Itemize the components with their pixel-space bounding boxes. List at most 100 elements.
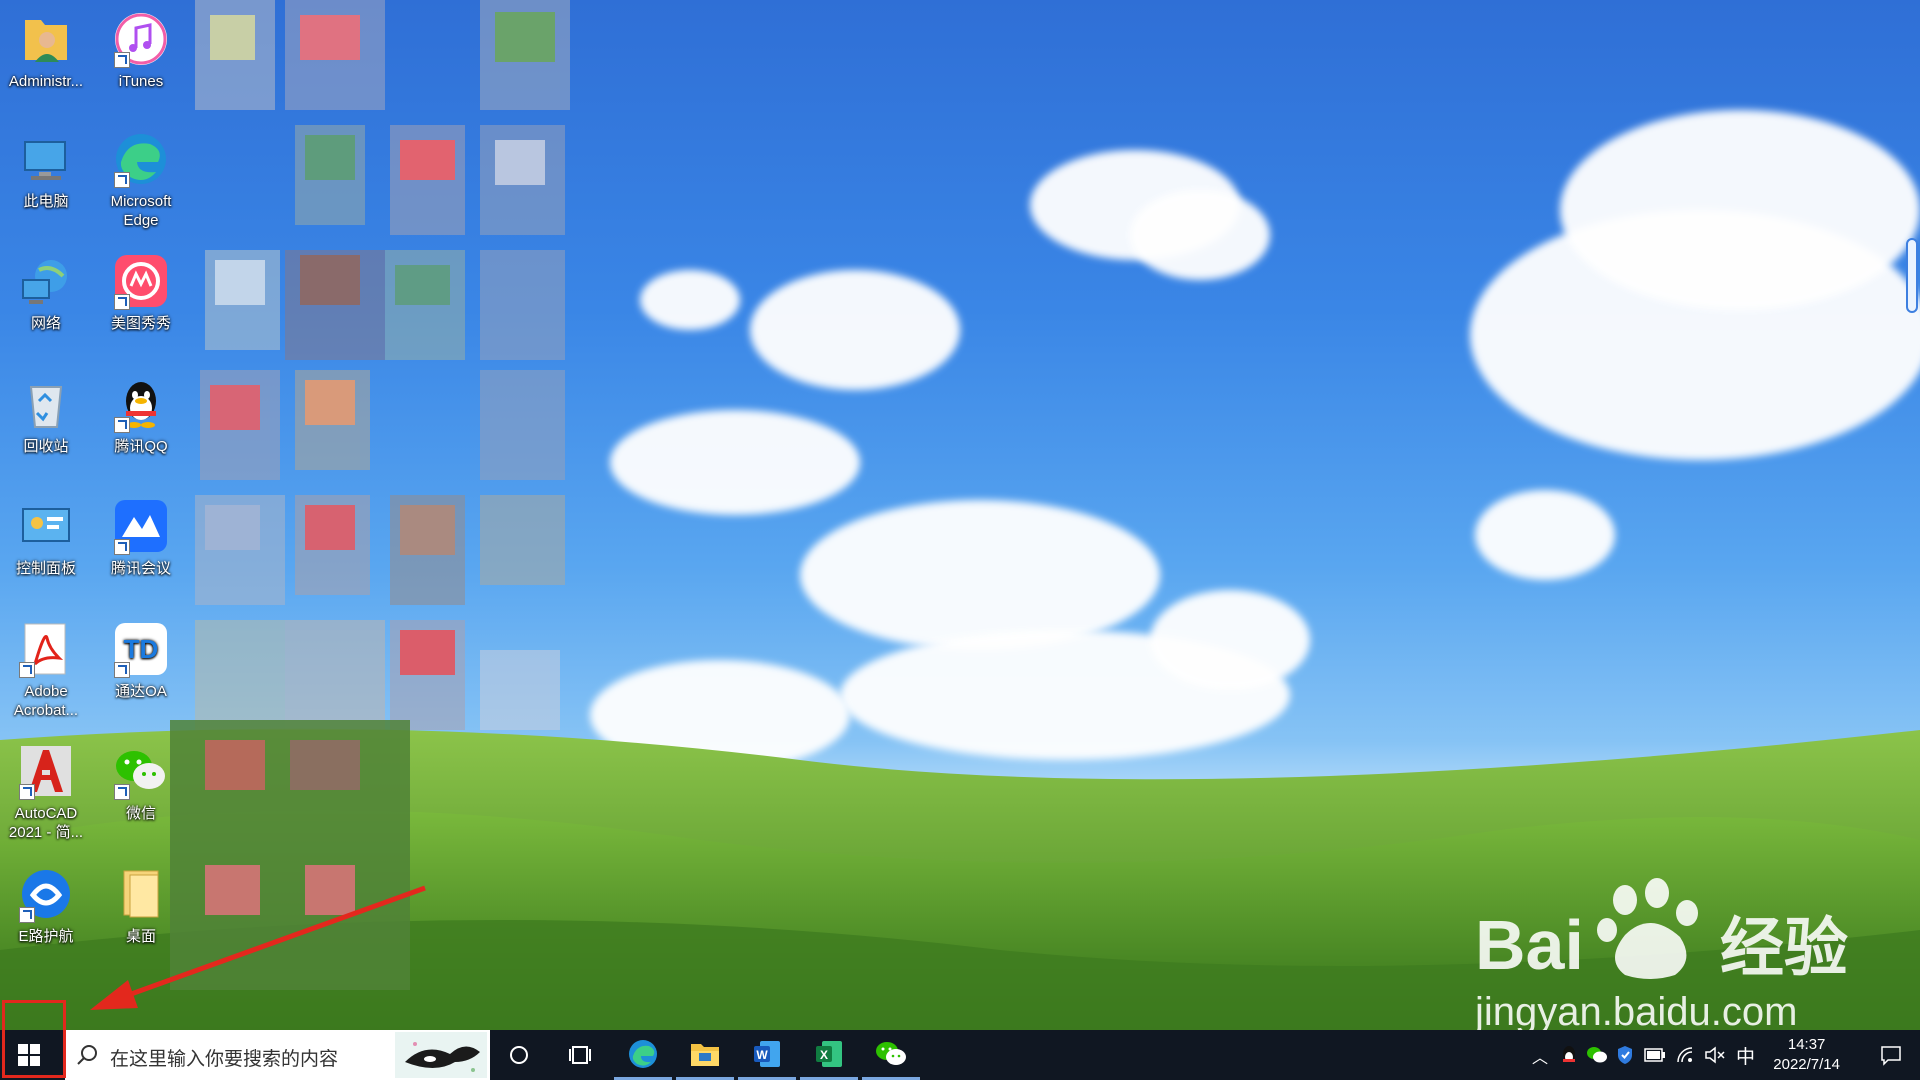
svg-text:X: X <box>820 1048 828 1062</box>
taskbar-file-explorer[interactable] <box>676 1030 734 1080</box>
desktop-icon-label: Adobe Acrobat... <box>13 683 79 719</box>
elu-huhang-icon <box>17 865 75 923</box>
user-folder-icon <box>17 10 75 68</box>
tencent-meeting-icon <box>112 497 170 555</box>
desktop-icon-network[interactable]: 网络 <box>0 252 92 333</box>
annotation-arrow-icon <box>90 885 426 1010</box>
clock-date: 2022/7/14 <box>1773 1056 1840 1073</box>
desktop-icon-autocad[interactable]: AutoCAD 2021 - 简... <box>0 742 92 842</box>
security-shield-icon[interactable] <box>1616 1045 1634 1065</box>
desktop-icon-elu-huhang[interactable]: E路护航 <box>0 865 92 946</box>
desktop-icon-label: 腾讯QQ <box>114 438 168 455</box>
desktop-icon-acrobat[interactable]: Adobe Acrobat... <box>0 620 92 720</box>
search-icon <box>77 1045 97 1065</box>
shortcut-arrow-icon <box>19 662 35 678</box>
desktop-icon-label: Administr... <box>8 73 84 90</box>
shortcut-arrow-icon <box>114 662 130 678</box>
edge-icon <box>112 130 170 188</box>
show-hidden-icons-chevron-icon[interactable]: ︿ <box>1532 1044 1548 1068</box>
paw-icon <box>1597 878 1698 979</box>
shortcut-arrow-icon <box>114 172 130 188</box>
cloud <box>1130 190 1270 280</box>
shortcut-arrow-icon <box>114 539 130 555</box>
battery-icon[interactable] <box>1644 1048 1666 1062</box>
qq-tray-icon[interactable] <box>1560 1045 1578 1065</box>
desktop-icon-edge[interactable]: Microsoft Edge <box>95 130 187 230</box>
cloud <box>610 410 860 515</box>
control-panel-icon <box>17 497 75 555</box>
shortcut-arrow-icon <box>114 417 130 433</box>
recycle-bin-icon <box>17 375 75 433</box>
desktop-icon-this-pc[interactable]: 此电脑 <box>0 130 92 211</box>
desktop-icon-label: 回收站 <box>23 438 69 455</box>
desktop-icon-qq-penguin[interactable]: 腾讯QQ <box>95 375 187 456</box>
shortcut-arrow-icon <box>19 907 35 923</box>
acrobat-icon <box>17 620 75 678</box>
cloud <box>1475 490 1615 580</box>
taskbar-wechat[interactable] <box>862 1030 920 1080</box>
action-center-button[interactable] <box>1862 1030 1920 1080</box>
word-icon: W <box>754 1040 780 1067</box>
clock[interactable]: 14:37 2022/7/14 <box>1773 1035 1840 1075</box>
volume-muted-icon[interactable] <box>1704 1046 1726 1064</box>
desktop-icon-label: 网络 <box>30 315 61 332</box>
cortana-icon <box>510 1046 528 1064</box>
notification-icon <box>1881 1046 1901 1066</box>
desktop-icon-recycle-bin[interactable]: 回收站 <box>0 375 92 456</box>
cloud <box>1150 590 1310 690</box>
taskbar: 在这里输入你要搜索的内容 W X ︿ 中 14:37 2022/7/14 <box>0 1030 1920 1080</box>
desktop-icon-label: Microsoft Edge <box>110 193 172 229</box>
taskbar-edge[interactable] <box>614 1030 672 1080</box>
itunes-icon <box>112 10 170 68</box>
desktop-icon-tongda-oa[interactable]: TD 通达OA <box>95 620 187 701</box>
cloud <box>750 270 960 390</box>
desktop-icon-label: iTunes <box>118 73 164 90</box>
cloud <box>1560 110 1920 310</box>
desktop-icon-label: 此电脑 <box>23 193 69 210</box>
desktop-icon-label: E路护航 <box>18 928 74 945</box>
wechat-tray-icon[interactable] <box>1586 1046 1608 1064</box>
desktop-icon-tencent-meeting[interactable]: 腾讯会议 <box>95 497 187 578</box>
desktop-icon-meitu[interactable]: 美图秀秀 <box>95 252 187 333</box>
desktop-icon-itunes[interactable]: iTunes <box>95 10 187 91</box>
edge-icon <box>629 1039 657 1068</box>
qq-penguin-icon <box>112 375 170 433</box>
task-view-button[interactable] <box>552 1030 610 1080</box>
shortcut-arrow-icon <box>114 52 130 68</box>
wechat-icon <box>112 742 170 800</box>
desktop-icon-user-folder[interactable]: Administr... <box>0 10 92 91</box>
desktop-icon-control-panel[interactable]: 控制面板 <box>0 497 92 578</box>
desktop-icon-label: 腾讯会议 <box>110 560 171 577</box>
tongda-oa-icon: TD <box>112 620 170 678</box>
desktop-icon-label: 控制面板 <box>15 560 76 577</box>
cloud <box>800 500 1160 650</box>
wechat-icon <box>876 1041 906 1065</box>
shortcut-arrow-icon <box>19 784 35 800</box>
annotation-highlight-box <box>2 1000 66 1078</box>
this-pc-icon <box>17 130 75 188</box>
desktop-icon-label: 通达OA <box>115 683 167 700</box>
svg-text:W: W <box>756 1048 768 1062</box>
task-view-icon <box>569 1046 591 1064</box>
excel-icon: X <box>816 1040 842 1067</box>
svg-text:TD: TD <box>124 634 159 664</box>
taskbar-word[interactable]: W <box>738 1030 796 1080</box>
wifi-icon[interactable] <box>1676 1046 1696 1064</box>
shortcut-arrow-icon <box>114 294 130 310</box>
network-icon <box>17 252 75 310</box>
taskbar-excel[interactable]: X <box>800 1030 858 1080</box>
ime-indicator[interactable]: 中 <box>1736 1042 1755 1069</box>
desktop-icon-label: AutoCAD 2021 - 简... <box>8 805 84 841</box>
meitu-icon <box>112 252 170 310</box>
file-explorer-icon <box>691 1043 719 1066</box>
shortcut-arrow-icon <box>114 784 130 800</box>
edge-handle[interactable] <box>1906 238 1918 313</box>
autocad-icon <box>17 742 75 800</box>
cloud <box>640 270 740 330</box>
cortana-button[interactable] <box>490 1030 548 1080</box>
desktop-icon-label: 美图秀秀 <box>110 315 171 332</box>
clock-time: 14:37 <box>1787 1036 1826 1053</box>
search-input[interactable]: 在这里输入你要搜索的内容 <box>65 1030 490 1080</box>
search-placeholder: 在这里输入你要搜索的内容 <box>110 1049 339 1070</box>
orca-search-highlight-icon <box>395 1032 487 1078</box>
